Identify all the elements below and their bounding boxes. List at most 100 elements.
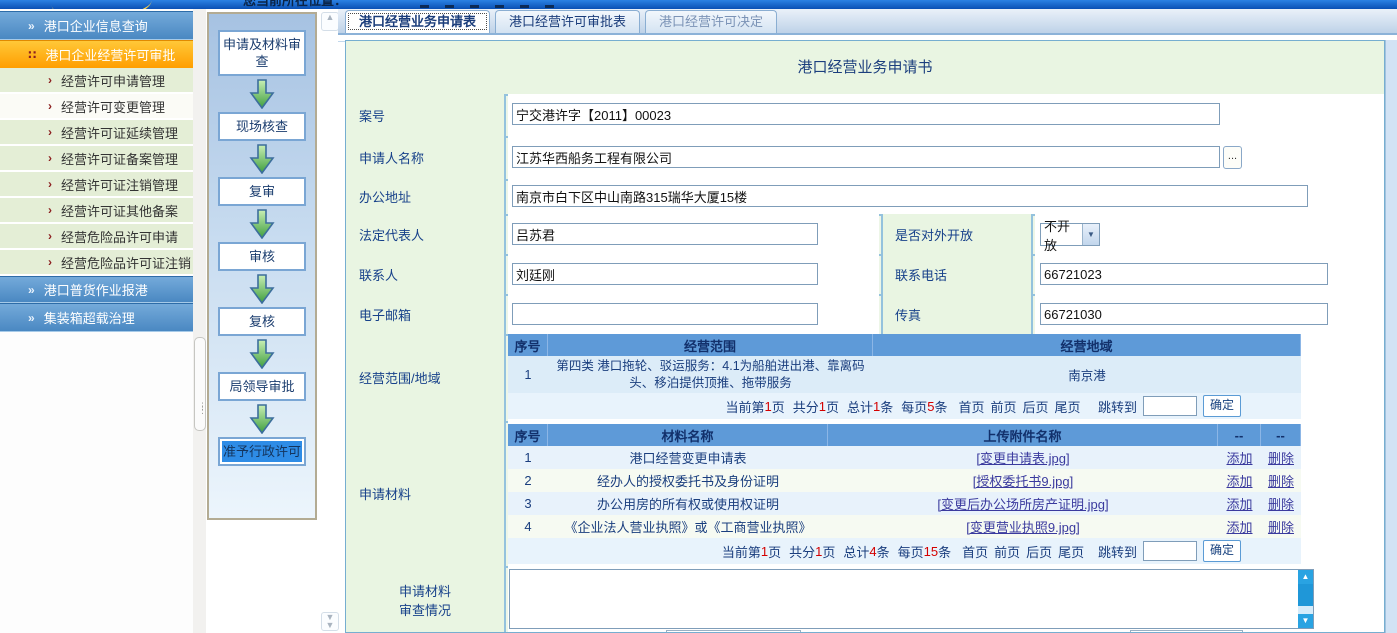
workflow-arrow-icon	[249, 144, 275, 174]
applicant-input[interactable]	[512, 146, 1220, 168]
sidebar-subitem-label: 经营危险品许可证注销	[61, 253, 191, 272]
scrollbar-down-icon[interactable]: ▼	[1298, 614, 1313, 628]
workflow-step-recheck[interactable]: 复审	[218, 177, 306, 206]
case-no-input[interactable]	[512, 103, 1220, 125]
tab-license-decision[interactable]: 港口经营许可决定	[645, 10, 777, 33]
sidebar-subitem-license-cancel[interactable]: › 经营许可证注销管理	[0, 172, 193, 198]
chevron-icon: ›	[48, 204, 52, 216]
tab-business-application[interactable]: 港口经营业务申请表	[345, 10, 490, 33]
workflow-step-grant-license[interactable]: 准予行政许可	[218, 437, 306, 466]
sidebar-subitem-license-apply[interactable]: › 经营许可申请管理	[0, 68, 193, 94]
select-dropdown-icon: ▼	[1082, 224, 1099, 245]
col-no: 序号	[508, 334, 548, 356]
first-page-link[interactable]: 首页	[962, 542, 988, 561]
workflow-step-audit[interactable]: 审核	[218, 242, 306, 271]
review-label: 申请材料 审查情况	[346, 566, 506, 633]
materials-row: 4 《企业法人营业执照》或《工商营业执照》 [变更营业执照9.jpg] 添加 删…	[508, 515, 1301, 538]
last-page-link[interactable]: 尾页	[1058, 542, 1084, 561]
sidebar-subitem-license-renew[interactable]: › 经营许可证延续管理	[0, 120, 193, 146]
last-page-link[interactable]: 尾页	[1055, 397, 1081, 416]
phone-input[interactable]	[1040, 263, 1328, 285]
next-page-link[interactable]: 后页	[1026, 542, 1052, 561]
add-attachment-link[interactable]: 添加	[1226, 520, 1252, 535]
content-scroll-up-button[interactable]: ▲	[321, 12, 339, 31]
open-to-public-label: 是否对外开放	[881, 214, 1033, 254]
form-row-materials: 申请材料 序号 材料名称 上传附件名称 -- -- 1 港口经营变更申请表 [变…	[346, 421, 1384, 568]
review-textarea[interactable]: ▲ ▼	[509, 569, 1314, 629]
next-page-link[interactable]: 后页	[1023, 397, 1049, 416]
attachment-link[interactable]: [变更后办公场所房产证明.jpg]	[937, 497, 1108, 512]
add-attachment-link[interactable]: 添加	[1226, 474, 1252, 489]
sidebar-item-container-control[interactable]: » 集装箱超载治理	[0, 303, 193, 332]
fax-input[interactable]	[1040, 303, 1328, 325]
delete-attachment-link[interactable]: 删除	[1268, 451, 1294, 466]
textarea-scrollbar[interactable]: ▲ ▼	[1298, 570, 1313, 628]
scrollbar-up-icon[interactable]: ▲	[1298, 570, 1313, 584]
scrollbar-thumb[interactable]	[1298, 584, 1313, 606]
delete-attachment-link[interactable]: 删除	[1268, 497, 1294, 512]
scope-jump-confirm-button[interactable]: 确定	[1203, 395, 1241, 417]
delete-attachment-link[interactable]: 删除	[1268, 520, 1294, 535]
cell-material-name: 《企业法人营业执照》或《工商营业执照》	[548, 517, 828, 536]
sidebar-subitem-license-record[interactable]: › 经营许可证备案管理	[0, 146, 193, 172]
workflow-step-director-approval[interactable]: 局领导审批	[218, 372, 306, 401]
email-input[interactable]	[512, 303, 818, 325]
jump-label: 跳转到	[1098, 397, 1137, 416]
open-to-public-select[interactable]: 不开放 ▼	[1040, 223, 1100, 246]
materials-table: 序号 材料名称 上传附件名称 -- -- 1 港口经营变更申请表 [变更申请表.…	[508, 424, 1301, 538]
attachment-link[interactable]: [变更申请表.jpg]	[976, 451, 1069, 466]
right-margin-strip	[1385, 40, 1397, 633]
add-attachment-link[interactable]: 添加	[1226, 451, 1252, 466]
materials-row: 2 经办人的授权委托书及身份证明 [授权委托书9.jpg] 添加 删除	[508, 469, 1301, 492]
form-title: 港口经营业务申请书	[346, 41, 1384, 96]
workflow-step-site-check[interactable]: 现场核查	[218, 112, 306, 141]
workflow-step-application-review[interactable]: 申请及材料审查	[218, 30, 306, 76]
applicant-label: 申请人名称	[346, 136, 506, 179]
sidebar-subitem-license-other[interactable]: › 经营许可证其他备案	[0, 198, 193, 224]
sidebar-subitem-danger-cancel[interactable]: › 经营危险品许可证注销	[0, 250, 193, 276]
sidebar-subitem-danger-apply[interactable]: › 经营危险品许可申请	[0, 224, 193, 250]
scope-jump-page-input[interactable]	[1143, 396, 1197, 416]
applicant-browse-button[interactable]: ...	[1223, 146, 1242, 169]
sidebar-subitem-license-change[interactable]: › 经营许可变更管理	[0, 94, 193, 120]
sidebar-item-label: 港口企业信息查询	[44, 16, 148, 35]
banner-mark	[420, 5, 429, 8]
breadcrumb: 您当前所在位置：	[243, 0, 347, 9]
sidebar-item-label: 港口企业经营许可审批	[45, 45, 175, 64]
materials-jump-page-input[interactable]	[1143, 541, 1197, 561]
materials-jump-confirm-button[interactable]: 确定	[1203, 540, 1241, 562]
scope-pagination: 当前第1页 共分1页 总计1条 每页5条 首页 前页 后页 尾页 跳转到 确定	[508, 393, 1301, 419]
attachment-link[interactable]: [变更营业执照9.jpg]	[966, 520, 1079, 535]
contact-input[interactable]	[512, 263, 818, 285]
pagination-text: 条	[934, 397, 947, 416]
legal-rep-input[interactable]	[512, 223, 818, 245]
chevron-icon: ›	[48, 126, 52, 138]
pagination-per-page: 15	[924, 544, 938, 559]
sidebar-item-cargo-report[interactable]: » 港口普货作业报港	[0, 276, 193, 303]
form-row-case-no: 案号	[346, 94, 1384, 138]
content-scroll-down-button[interactable]: ▼▼	[321, 612, 339, 631]
sidebar-subitem-label: 经营许可申请管理	[61, 71, 165, 90]
office-address-input[interactable]	[512, 185, 1308, 207]
form-row-contact: 联系人 联系电话	[346, 254, 1384, 296]
splitter-handle[interactable]: ⋮⋮	[194, 337, 206, 431]
panel-splitter[interactable]: ⋮⋮	[193, 9, 206, 633]
add-attachment-link[interactable]: 添加	[1226, 497, 1252, 512]
delete-attachment-link[interactable]: 删除	[1268, 474, 1294, 489]
banner-swoosh-decoration	[52, 0, 153, 9]
workflow-step-review[interactable]: 复核	[218, 307, 306, 336]
tab-license-approval-form[interactable]: 港口经营许可审批表	[495, 10, 640, 33]
attachment-link[interactable]: [授权委托书9.jpg]	[973, 474, 1073, 489]
scope-table-row: 1 第四类 港口拖轮、驳运服务：4.1为船舶进出港、靠离码头、移泊提供顶推、拖带…	[508, 356, 1301, 393]
first-page-link[interactable]: 首页	[959, 397, 985, 416]
pagination-text: 页	[768, 542, 781, 561]
prev-page-link[interactable]: 前页	[991, 397, 1017, 416]
col-scope: 经营范围	[548, 334, 873, 356]
legal-rep-label: 法定代表人	[346, 214, 506, 254]
scope-table-header: 序号 经营范围 经营地域	[508, 334, 1301, 356]
banner-mark	[520, 5, 529, 8]
sidebar-item-port-info-query[interactable]: » 港口企业信息查询	[0, 11, 193, 40]
sidebar-item-license-approval[interactable]: ∷ 港口企业经营许可审批	[0, 40, 193, 68]
chevron-down-icon: ▼▼	[326, 612, 335, 630]
prev-page-link[interactable]: 前页	[994, 542, 1020, 561]
